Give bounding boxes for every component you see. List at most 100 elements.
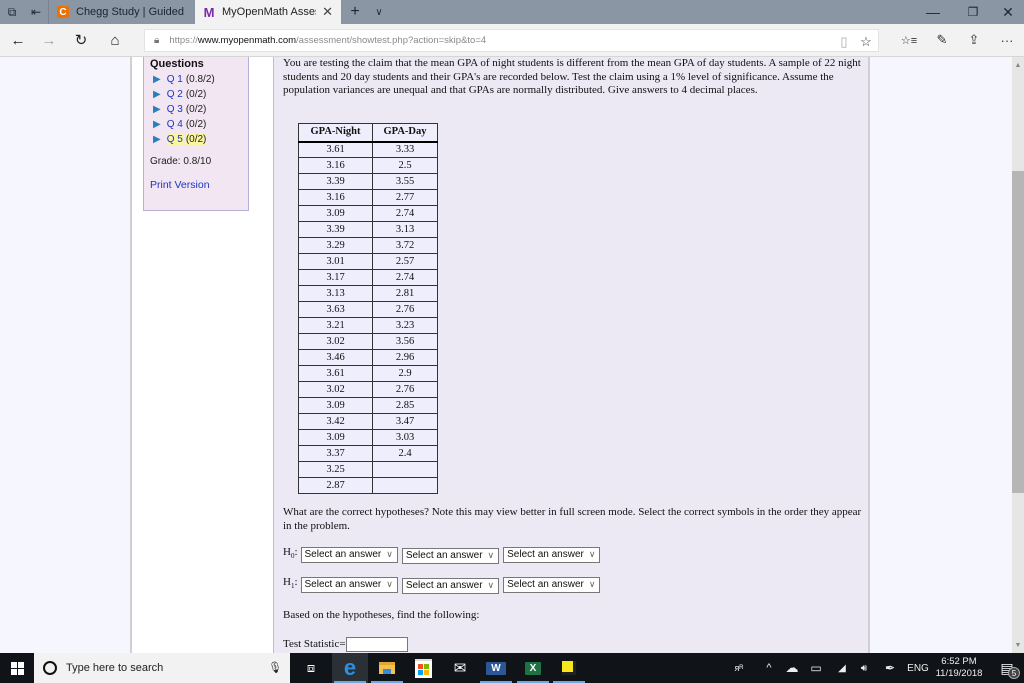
question-nav-item-5[interactable]: ▶ Q 5 (0/2) [150,132,242,147]
table-header-row: GPA-Night GPA-Day [298,123,438,143]
browser-tab-bar: ⧉ ⇤ C Chegg Study | Guided Solut M MyOpe… [0,0,1024,24]
h0-row: H0: Select an answer ∨ Select an answer ∨ … [283,546,604,564]
clock-button[interactable]: 6:52 PM 11/19/2018 [928,656,990,680]
taskbar-file-explorer[interactable] [369,653,405,683]
tab-preview-button[interactable]: ⧉ [0,0,24,24]
show-hidden-icons-button[interactable]: ^ [760,653,778,683]
h1-select-1[interactable]: Select an answer ∨ [300,577,398,593]
h1-label: H1: [283,576,298,591]
gpa-night-cell: 3.16 [298,189,373,206]
search-placeholder: Type here to search [66,662,164,674]
question-link[interactable]: Q 2 [167,89,183,100]
microphone-icon[interactable]: 🎙︎ [268,661,282,674]
close-tab-icon[interactable]: ✕ [322,4,333,20]
column-header-night: GPA-Night [298,123,373,143]
h0-select-3[interactable]: Select an answer ∨ [503,547,601,563]
gpa-night-cell: 2.87 [298,477,373,494]
refresh-button[interactable]: ↻ [66,28,96,52]
print-version-link[interactable]: Print Version [150,179,242,191]
gpa-day-cell: 2.76 [372,381,438,398]
gpa-day-cell: 3.56 [372,333,438,350]
based-on-hypotheses-text: Based on the hypotheses, find the follow… [283,609,480,621]
table-row: 3.13 2.81 [298,285,438,302]
favorite-star-icon[interactable]: ☆ [855,34,877,50]
address-bar[interactable]: 🔒︎ https://www.myopenmath.com/assessment… [144,29,879,52]
h0-select-2[interactable]: Select an answer ∨ [401,548,500,564]
favorites-hub-button[interactable]: ☆≡ [895,28,923,52]
store-bag-icon [414,658,432,678]
question-link[interactable]: Q 3 [167,104,183,115]
page-scrollbar[interactable]: ▲ ▼ [1012,57,1024,653]
table-row: 3.09 2.85 [298,397,438,414]
taskbar-sticky-notes[interactable] [551,653,587,683]
table-row: 3.02 2.76 [298,381,438,398]
question-nav-item-1[interactable]: ▶ Q 1 (0.8/2) [150,72,242,87]
scroll-up-icon[interactable]: ▲ [1012,59,1024,71]
onedrive-button[interactable]: ☁ [782,653,802,683]
start-button[interactable] [0,653,34,683]
more-button[interactable]: ··· [993,28,1021,52]
gpa-day-cell: 2.77 [372,189,438,206]
favorites-hub-icon: ☆≡ [900,34,918,47]
tab-chegg[interactable]: C Chegg Study | Guided Solut [48,0,195,24]
gpa-day-cell [372,461,438,478]
gpa-day-cell: 2.9 [372,365,438,382]
input-language-button[interactable]: ENG [906,653,930,683]
question-link[interactable]: Q 1 [167,74,183,85]
clock-date: 11/19/2018 [935,668,983,679]
triangle-right-icon: ▶ [153,104,161,115]
question-nav-item-2[interactable]: ▶ Q 2 (0/2) [150,87,242,102]
chevron-down-icon: ∨ [386,549,393,560]
taskbar-search-box[interactable]: Type here to search 🎙︎ [34,653,290,683]
table-row: 3.29 3.72 [298,237,438,254]
address-toolbar: ← → ↻ ⌂ 🔒︎ https://www.myopenmath.com/as… [0,24,1024,57]
taskbar-store[interactable] [405,653,441,683]
test-statistic-input[interactable] [345,637,408,652]
taskbar-excel[interactable]: X [515,653,551,683]
taskbar-word[interactable]: W [478,653,514,683]
people-icon: ᴙᴿ [734,663,744,673]
question-link[interactable]: Q 5 [166,134,183,145]
web-notes-button[interactable]: ✎ [928,28,956,52]
taskbar-edge[interactable]: e [332,653,368,683]
share-button[interactable]: ⇪ [960,28,988,52]
question-nav-item-3[interactable]: ▶ Q 3 (0/2) [150,102,242,117]
volume-button[interactable]: 🔊︎ [854,653,874,683]
reading-view-icon[interactable]: ▯ [833,34,855,50]
h1-select-2[interactable]: Select an answer ∨ [401,578,500,594]
back-button[interactable]: ← [3,28,33,52]
tab-myopenmath[interactable]: M MyOpenMath Assessme ✕ [195,0,341,24]
windows-ink-button[interactable]: ✒ [880,653,900,683]
gpa-day-cell: 2.96 [372,349,438,366]
people-button[interactable]: ᴙᴿ [728,653,750,683]
gpa-day-cell: 2.81 [372,285,438,302]
home-button[interactable]: ⌂ [100,28,130,52]
tab-list-button[interactable]: ∨ [369,0,389,24]
h1-select-3[interactable]: Select an answer ∨ [503,577,601,593]
taskbar-mail[interactable]: ✉ [442,653,478,683]
battery-button[interactable]: ▭ [806,653,826,683]
task-view-button[interactable]: ⧈ [293,653,329,683]
url-host: www.myopenmath.com [197,35,297,46]
gpa-night-cell: 3.61 [298,365,373,382]
gpa-night-cell: 3.39 [298,221,373,238]
triangle-right-icon: ▶ [153,119,161,130]
triangle-right-icon: ▶ [153,134,161,145]
question-link[interactable]: Q 4 [167,119,183,130]
scrollbar-thumb[interactable] [1012,171,1024,493]
gpa-night-cell: 3.16 [298,157,373,174]
scroll-down-icon[interactable]: ▼ [1012,639,1024,651]
chevron-up-icon: ^ [766,662,772,674]
h0-select-1[interactable]: Select an answer ∨ [300,547,398,563]
restore-icon: ❐ [967,5,979,19]
tab-preview-icon: ⧉ [7,4,17,19]
wifi-button[interactable]: ◢ [832,653,852,683]
set-aside-tabs-button[interactable]: ⇤ [24,0,48,24]
action-center-button[interactable]: ▤ 5 [990,653,1024,683]
question-nav-item-4[interactable]: ▶ Q 4 (0/2) [150,117,242,132]
tab-title: MyOpenMath Assessme [222,6,316,18]
close-window-button[interactable]: ✕ [985,0,1024,24]
forward-button[interactable]: → [34,28,64,52]
table-row: 3.09 3.03 [298,429,438,446]
new-tab-button[interactable]: + [341,0,369,24]
